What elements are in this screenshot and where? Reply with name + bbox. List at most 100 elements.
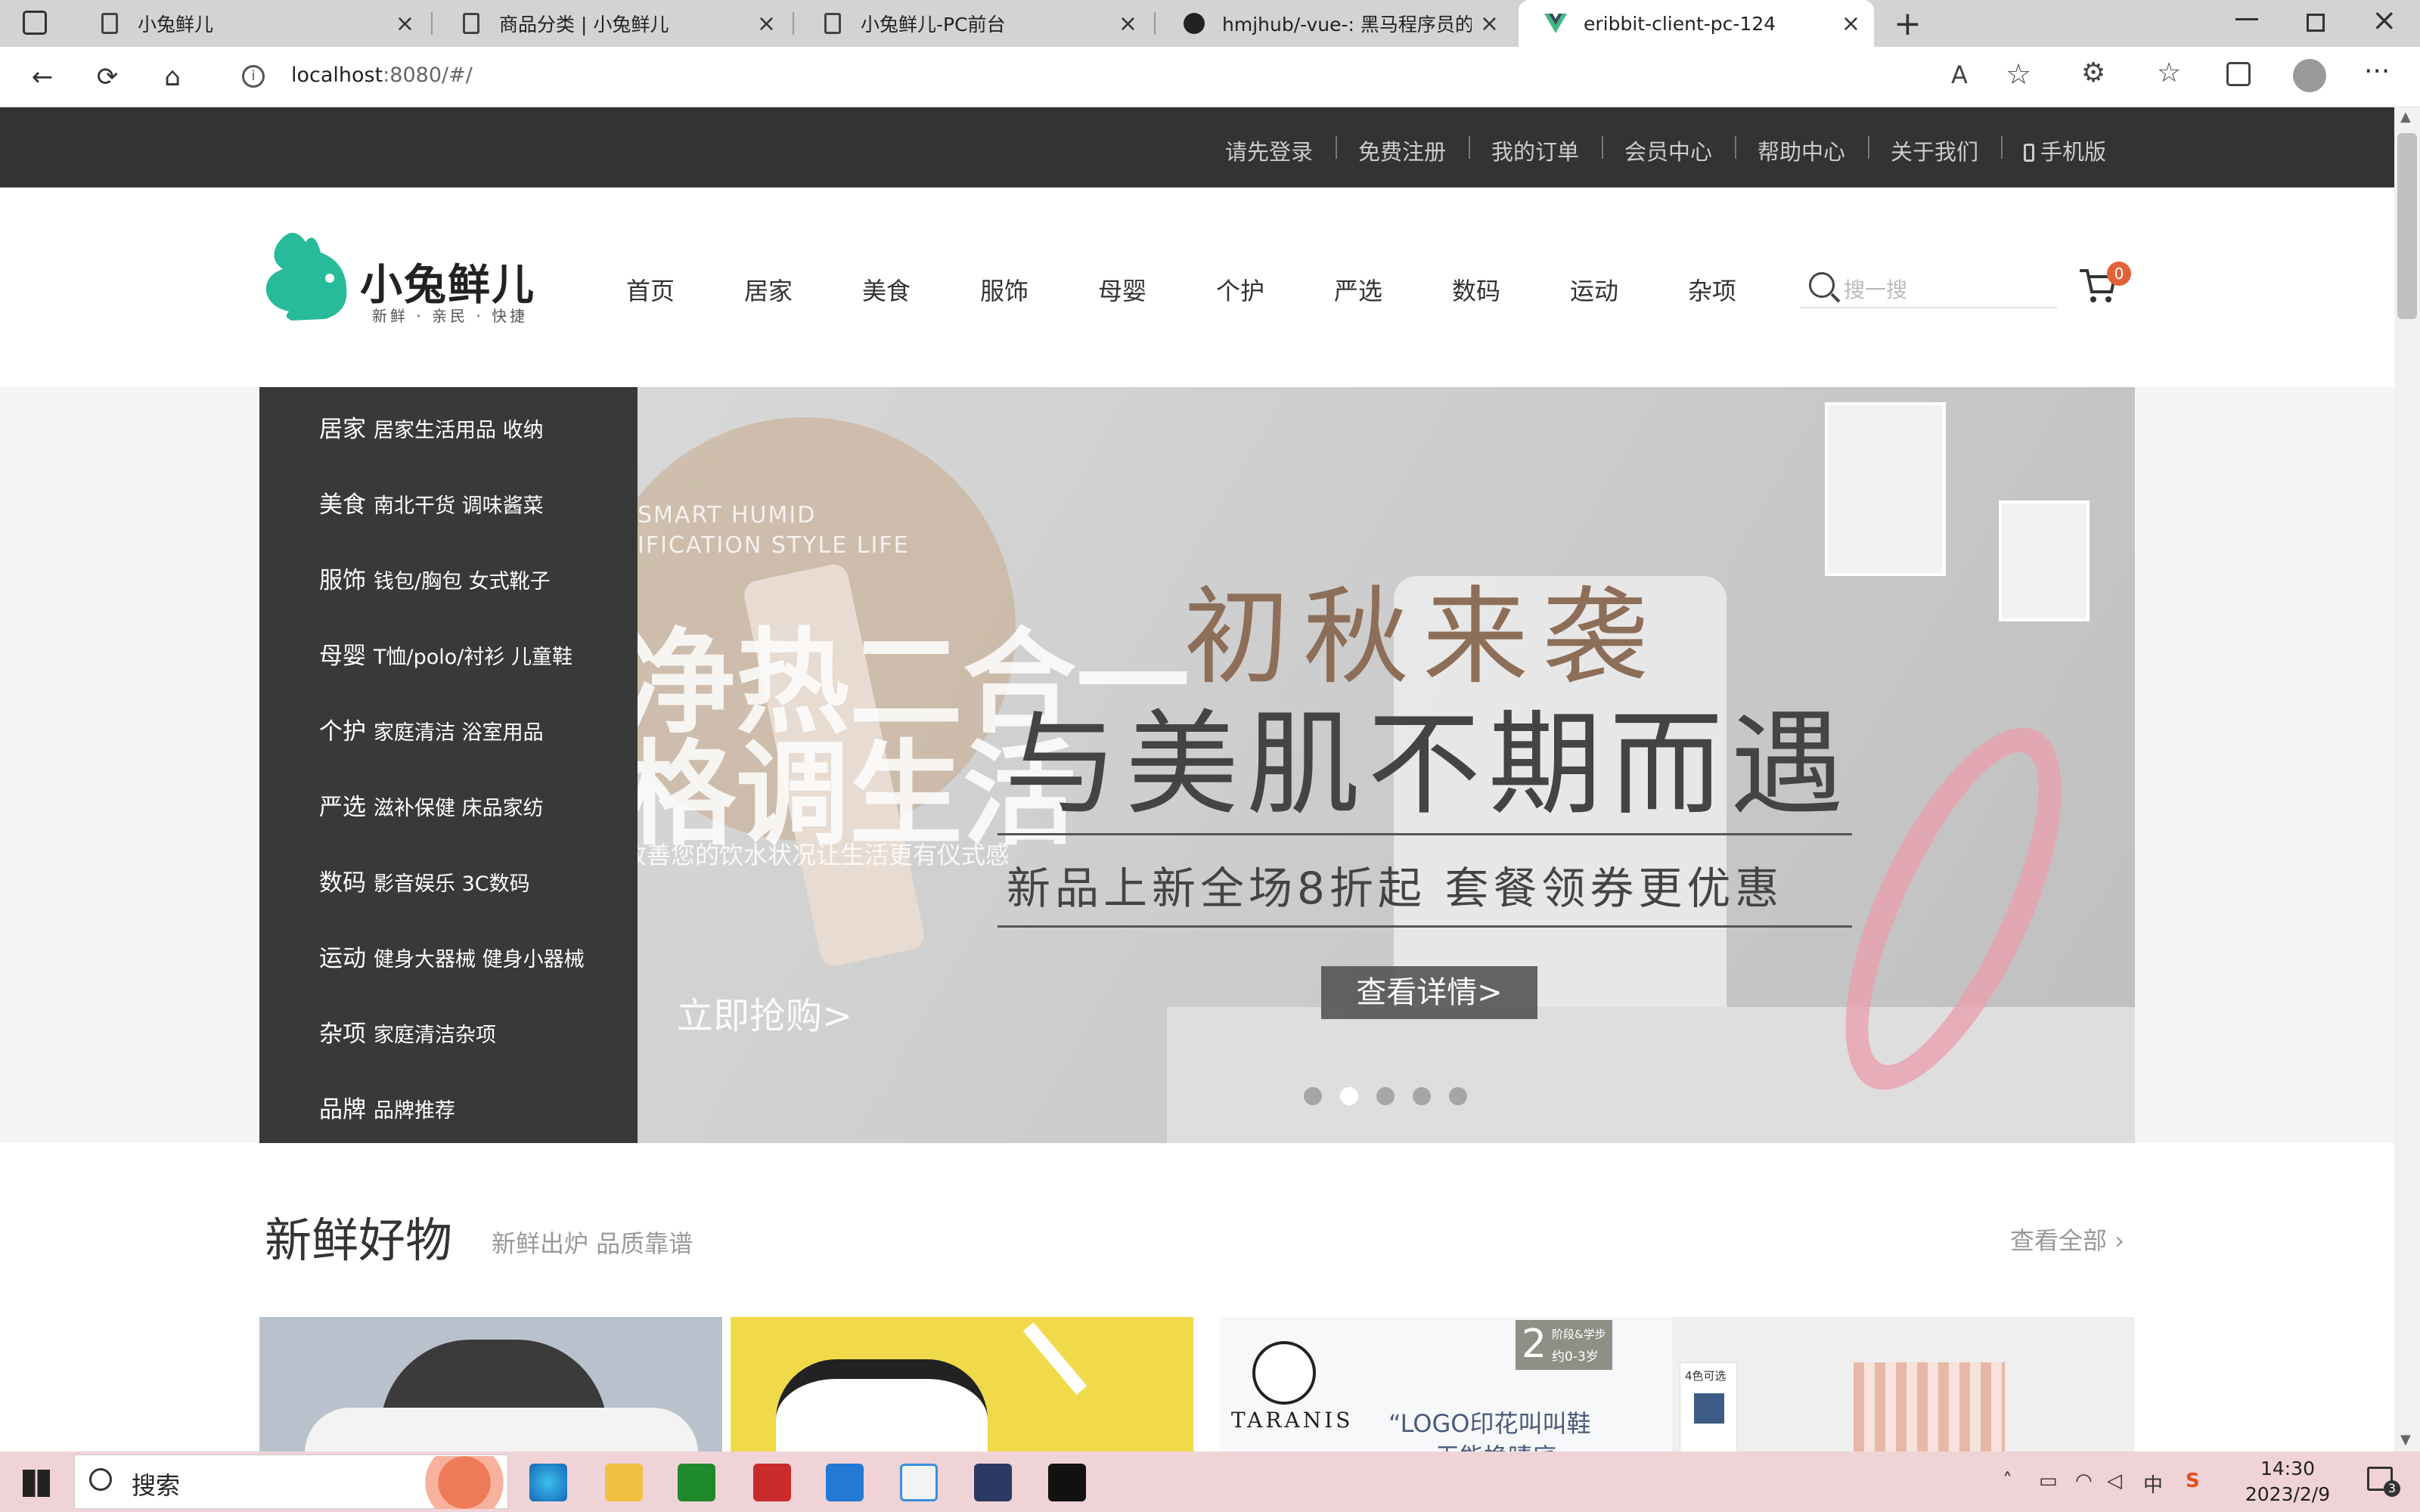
- more-menu-icon[interactable]: ···: [2364, 56, 2390, 87]
- browser-tab[interactable]: eribbit-client-pc-124 ×: [1519, 0, 1874, 47]
- main-nav-link[interactable]: 个护: [1216, 272, 1264, 307]
- tab-close-icon[interactable]: ×: [757, 11, 776, 37]
- extensions-icon[interactable]: ⚙: [2081, 57, 2105, 88]
- favorites-icon[interactable]: ☆: [2157, 57, 2181, 88]
- tab-close-icon[interactable]: ×: [1841, 11, 1860, 37]
- topnav-separator: [1469, 136, 1470, 159]
- edge-icon[interactable]: [529, 1464, 567, 1501]
- fresh-section-subtitle: 新鲜出炉 品质靠谱: [492, 1229, 693, 1258]
- file-explorer-icon[interactable]: [605, 1464, 643, 1501]
- main-nav-link[interactable]: 运动: [1570, 272, 1618, 307]
- category-name: 运动: [319, 945, 366, 972]
- read-aloud-icon[interactable]: A: [1951, 60, 1968, 89]
- topnav-link[interactable]: 我的订单: [1491, 135, 1579, 166]
- banner-right-promo: 新品上新全场8折起 套餐领券更优惠: [1007, 863, 1784, 914]
- carousel-dot[interactable]: [1340, 1087, 1358, 1105]
- scrollbar-thumb[interactable]: [2397, 133, 2417, 319]
- back-arrow-icon[interactable]: ←: [26, 60, 59, 94]
- carousel-dot[interactable]: [1304, 1087, 1322, 1105]
- main-nav-link[interactable]: 严选: [1334, 272, 1382, 307]
- topnav-label: 会员中心: [1624, 139, 1713, 165]
- category-menu-item[interactable]: 数码 影音娱乐 3C数码: [319, 863, 530, 897]
- logo-tagline: 新鲜 · 亲民 · 快捷: [372, 307, 529, 325]
- browser-tab[interactable]: 商品分类 | 小兔鲜儿 ×: [434, 0, 790, 47]
- tab-actions-icon[interactable]: [23, 11, 47, 35]
- tab-close-icon[interactable]: ×: [1480, 11, 1499, 37]
- url-text[interactable]: localhost:8080/#/: [291, 64, 473, 87]
- reload-icon[interactable]: ⟳: [91, 60, 124, 94]
- pdf-reader-icon[interactable]: [753, 1464, 791, 1501]
- carousel-dot[interactable]: [1376, 1087, 1395, 1105]
- tab-close-icon[interactable]: ×: [396, 11, 414, 37]
- main-nav-link[interactable]: 美食: [862, 272, 911, 307]
- favorite-star-icon[interactable]: ☆: [2006, 57, 2031, 91]
- category-menu-item[interactable]: 母婴 T恤/polo/衬衫 儿童鞋: [319, 637, 572, 671]
- home-icon[interactable]: ⌂: [156, 60, 189, 94]
- windows-start-icon[interactable]: [23, 1470, 50, 1497]
- carousel-dot[interactable]: [1413, 1087, 1431, 1105]
- scroll-up-arrow-icon[interactable]: ▲: [2400, 109, 2411, 125]
- phone-link-icon[interactable]: [826, 1464, 864, 1501]
- browser-tab[interactable]: 小兔鲜儿-PC前台 ×: [796, 0, 1151, 47]
- category-menu-item[interactable]: 服饰 钱包/胸包 女式靴子: [319, 561, 551, 595]
- collections-icon[interactable]: [2226, 62, 2251, 86]
- main-nav-link[interactable]: 服饰: [980, 272, 1028, 307]
- restore-button[interactable]: [2307, 14, 2325, 32]
- category-menu-item[interactable]: 品牌 品牌推荐: [319, 1090, 455, 1124]
- category-menu-item[interactable]: 运动 健身大器械 健身小器械: [319, 939, 585, 973]
- terminal-icon[interactable]: [1048, 1464, 1086, 1501]
- sogou-ime-icon[interactable]: S: [2186, 1470, 2200, 1492]
- cloud-app-icon[interactable]: [900, 1464, 938, 1501]
- taskbar-clock[interactable]: 14:30 2023/2/9: [2231, 1456, 2344, 1507]
- product-card-2[interactable]: [731, 1317, 1193, 1452]
- category-name: 美食: [319, 491, 366, 519]
- ime-indicator[interactable]: 中: [2143, 1470, 2163, 1498]
- topnav-separator: [1602, 136, 1603, 159]
- new-tab-button[interactable]: +: [1894, 5, 1922, 43]
- banner-carousel[interactable]: SMART HUMID IFICATION STYLE LIFE 净热二合一 格…: [638, 387, 2135, 1143]
- carousel-dot[interactable]: [1449, 1087, 1467, 1105]
- product-card-4[interactable]: 4色可选: [1672, 1317, 2135, 1452]
- category-menu-item[interactable]: 个护 家庭清洁 浴室用品: [319, 712, 544, 746]
- topnav-mobile-link[interactable]: 手机版: [2024, 135, 2106, 166]
- category-menu-item[interactable]: 居家 居家生活用品 收纳: [319, 410, 544, 444]
- main-nav-link[interactable]: 居家: [744, 272, 793, 307]
- main-nav-link[interactable]: 母婴: [1098, 272, 1146, 307]
- banner-right-cta[interactable]: 查看详情>: [1321, 966, 1537, 1019]
- topnav-link[interactable]: 帮助中心: [1758, 135, 1845, 166]
- battery-icon[interactable]: ▭: [2039, 1470, 2058, 1492]
- close-window-button[interactable]: ×: [2372, 3, 2397, 38]
- site-logo[interactable]: 小兔鲜儿 新鲜 · 亲民 · 快捷: [262, 222, 557, 325]
- browser-tab[interactable]: hmjhub/-vue-: 黑马程序员的一个 ×: [1157, 0, 1512, 47]
- topnav-label: 帮助中心: [1758, 139, 1846, 165]
- category-menu-item[interactable]: 美食 南北干货 调味酱菜: [319, 485, 544, 519]
- topnav-link[interactable]: 关于我们: [1891, 135, 1978, 166]
- view-all-link[interactable]: 查看全部 ›: [2010, 1222, 2124, 1256]
- main-nav-link[interactable]: 杂项: [1688, 272, 1736, 307]
- product-card-1[interactable]: [259, 1317, 722, 1452]
- wifi-icon[interactable]: ◠: [2075, 1470, 2093, 1492]
- url-field[interactable]: [218, 54, 2045, 100]
- scroll-down-arrow-icon[interactable]: ▼: [2400, 1432, 2411, 1448]
- product-card-3[interactable]: TARANIS 2 阶段&学步 约0-3岁 “LOGO印花叫叫鞋 无能换晴底: [1221, 1317, 1683, 1452]
- browser-tab[interactable]: 小兔鲜儿 ×: [73, 0, 428, 47]
- category-subs: 健身大器械 健身小器械: [374, 948, 585, 971]
- topnav-link[interactable]: 免费注册: [1358, 135, 1446, 166]
- search-box[interactable]: [1800, 269, 2057, 308]
- main-nav-link[interactable]: 首页: [626, 272, 675, 307]
- banner-left-cta[interactable]: 立即抢购>: [677, 986, 852, 1039]
- tray-chevron-up-icon[interactable]: ˄: [2003, 1470, 2012, 1492]
- topnav-label: 关于我们: [1891, 139, 1979, 165]
- topnav-link[interactable]: 会员中心: [1624, 135, 1712, 166]
- main-nav-link[interactable]: 数码: [1452, 272, 1500, 307]
- tab-close-icon[interactable]: ×: [1118, 11, 1137, 37]
- xbox-icon[interactable]: [678, 1464, 715, 1501]
- cat-app-icon[interactable]: [974, 1464, 1012, 1501]
- volume-icon[interactable]: ◁: [2107, 1470, 2122, 1492]
- profile-avatar-icon[interactable]: [2293, 59, 2326, 92]
- category-menu-item[interactable]: 杂项 家庭清洁杂项: [319, 1015, 496, 1049]
- topnav-link[interactable]: 请先登录: [1225, 135, 1313, 166]
- site-info-icon[interactable]: i: [242, 65, 265, 88]
- minimize-button[interactable]: [2235, 18, 2258, 20]
- category-menu-item[interactable]: 严选 滋补保健 床品家纺: [319, 788, 544, 822]
